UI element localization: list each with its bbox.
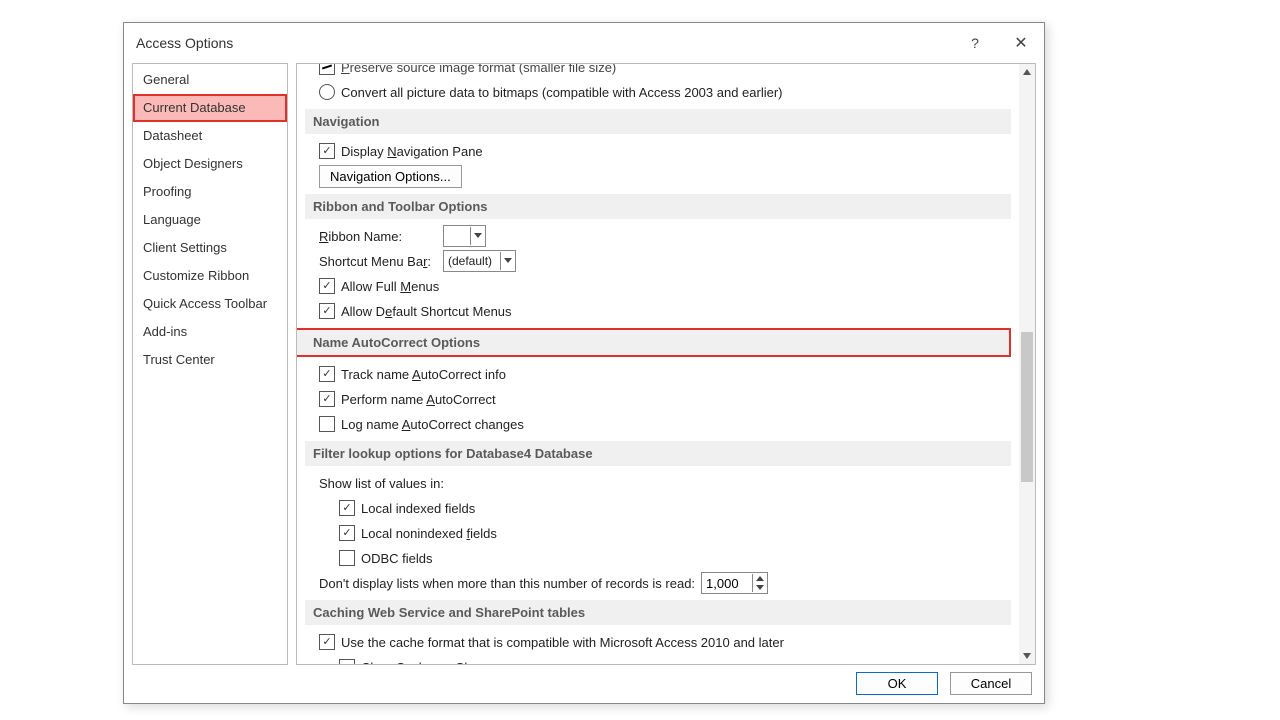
close-button[interactable]: ✕ bbox=[998, 23, 1044, 63]
log-name-autocorrect-checkbox[interactable] bbox=[319, 416, 335, 432]
sidebar-item-language[interactable]: Language bbox=[133, 206, 287, 234]
scroll-up-icon[interactable] bbox=[1019, 64, 1035, 80]
dialog-footer: OK Cancel bbox=[124, 665, 1044, 701]
sidebar-item-add-ins[interactable]: Add-ins bbox=[133, 318, 287, 346]
local-nonindexed-fields-label: Local nonindexed fields bbox=[361, 526, 497, 541]
allow-full-menus-checkbox[interactable] bbox=[319, 278, 335, 294]
shortcut-menu-bar-label: Shortcut Menu Bar: bbox=[319, 254, 437, 269]
sidebar-item-quick-access-toolbar[interactable]: Quick Access Toolbar bbox=[133, 290, 287, 318]
perform-name-autocorrect-label: Perform name AutoCorrect bbox=[341, 392, 496, 407]
sidebar-item-proofing[interactable]: Proofing bbox=[133, 178, 287, 206]
local-indexed-fields-label: Local indexed fields bbox=[361, 501, 475, 516]
allow-default-shortcut-menus-checkbox[interactable] bbox=[319, 303, 335, 319]
clear-cache-on-close-label: Clear Cache on Close bbox=[361, 660, 488, 665]
help-button[interactable]: ? bbox=[952, 23, 998, 63]
dont-display-label: Don't display lists when more than this … bbox=[319, 576, 695, 591]
dialog-title: Access Options bbox=[136, 35, 233, 51]
navigation-options-button[interactable]: Navigation Options... bbox=[319, 165, 462, 188]
preserve-image-checkbox[interactable] bbox=[319, 64, 335, 75]
section-ribbon: Ribbon and Toolbar Options bbox=[305, 194, 1011, 219]
sidebar-item-current-database[interactable]: Current Database bbox=[133, 94, 287, 122]
section-caching: Caching Web Service and SharePoint table… bbox=[305, 600, 1011, 625]
record-count-input[interactable] bbox=[702, 574, 752, 592]
scrollbar[interactable] bbox=[1019, 64, 1035, 664]
titlebar: Access Options ? ✕ bbox=[124, 23, 1044, 63]
sidebar: General Current Database Datasheet Objec… bbox=[132, 63, 288, 665]
content-pane: Preserve source image format (smaller fi… bbox=[296, 63, 1036, 665]
access-options-dialog: Access Options ? ✕ General Current Datab… bbox=[123, 22, 1045, 704]
local-nonindexed-fields-checkbox[interactable] bbox=[339, 525, 355, 541]
local-indexed-fields-checkbox[interactable] bbox=[339, 500, 355, 516]
sidebar-item-object-designers[interactable]: Object Designers bbox=[133, 150, 287, 178]
stepper-down-icon[interactable] bbox=[753, 583, 767, 592]
scrollbar-thumb[interactable] bbox=[1021, 332, 1033, 482]
use-cache-format-label: Use the cache format that is compatible … bbox=[341, 635, 784, 650]
convert-bitmaps-radio[interactable] bbox=[319, 84, 335, 100]
record-count-stepper[interactable] bbox=[701, 572, 768, 594]
sidebar-item-customize-ribbon[interactable]: Customize Ribbon bbox=[133, 262, 287, 290]
odbc-fields-label: ODBC fields bbox=[361, 551, 433, 566]
cancel-button[interactable]: Cancel bbox=[950, 672, 1032, 695]
odbc-fields-checkbox[interactable] bbox=[339, 550, 355, 566]
clear-cache-on-close-checkbox[interactable] bbox=[339, 659, 355, 664]
section-name-autocorrect: Name AutoCorrect Options bbox=[297, 328, 1011, 357]
sidebar-item-general[interactable]: General bbox=[133, 66, 287, 94]
log-name-autocorrect-label: Log name AutoCorrect changes bbox=[341, 417, 524, 432]
section-navigation: Navigation bbox=[305, 109, 1011, 134]
sidebar-item-client-settings[interactable]: Client Settings bbox=[133, 234, 287, 262]
ribbon-name-combo[interactable] bbox=[443, 225, 486, 247]
preserve-image-label: Preserve source image format (smaller fi… bbox=[341, 64, 616, 75]
section-filter-lookup: Filter lookup options for Database4 Data… bbox=[305, 441, 1011, 466]
track-name-autocorrect-label: Track name AutoCorrect info bbox=[341, 367, 506, 382]
scroll-down-icon[interactable] bbox=[1019, 648, 1035, 664]
display-nav-pane-checkbox[interactable] bbox=[319, 143, 335, 159]
display-nav-pane-label: Display Navigation Pane bbox=[341, 144, 483, 159]
stepper-up-icon[interactable] bbox=[753, 574, 767, 583]
track-name-autocorrect-checkbox[interactable] bbox=[319, 366, 335, 382]
allow-default-shortcut-menus-label: Allow Default Shortcut Menus bbox=[341, 304, 512, 319]
sidebar-item-trust-center[interactable]: Trust Center bbox=[133, 346, 287, 374]
shortcut-menu-bar-combo[interactable]: (default) bbox=[443, 250, 516, 272]
ribbon-name-label: Ribbon Name: bbox=[319, 229, 437, 244]
sidebar-item-datasheet[interactable]: Datasheet bbox=[133, 122, 287, 150]
perform-name-autocorrect-checkbox[interactable] bbox=[319, 391, 335, 407]
allow-full-menus-label: Allow Full Menus bbox=[341, 279, 439, 294]
convert-bitmaps-label: Convert all picture data to bitmaps (com… bbox=[341, 85, 783, 100]
use-cache-format-checkbox[interactable] bbox=[319, 634, 335, 650]
show-list-label: Show list of values in: bbox=[319, 476, 444, 491]
ok-button[interactable]: OK bbox=[856, 672, 938, 695]
